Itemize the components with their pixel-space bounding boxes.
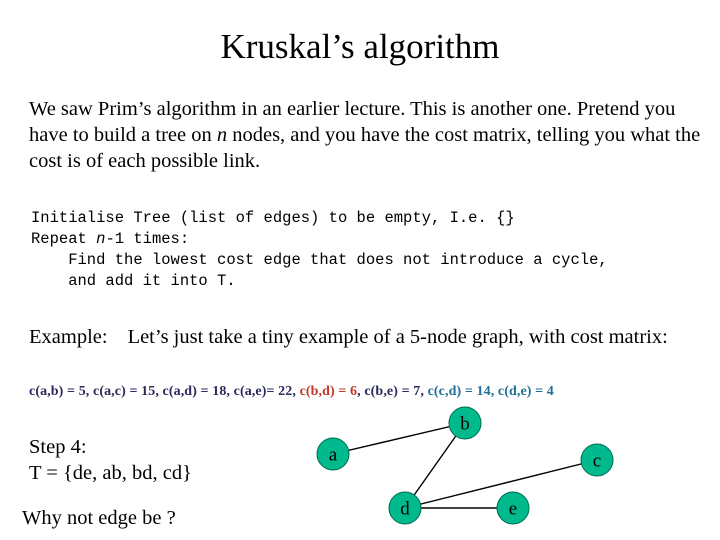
pseudocode-line-2-post: -1 times: (105, 230, 190, 248)
page-title: Kruskal’s algorithm (220, 27, 500, 66)
graph-node-a[interactable]: a (316, 437, 350, 471)
step-block: Step 4: T = {de, ab, bd, cd} (29, 434, 289, 486)
pseudocode-line-4: and add it into T. (31, 272, 236, 290)
intro-paragraph: We saw Prim’s algorithm in an earlier le… (29, 96, 701, 174)
example-text: Let’s just take a tiny example of a 5-no… (127, 326, 668, 348)
graph-svg: a b c d e (316, 406, 614, 525)
pseudocode-line-1: Initialise Tree (list of edges) to be em… (31, 209, 515, 227)
pseudocode-line-2-pre: Repeat (31, 230, 97, 248)
graph-node-label-d: d (400, 499, 410, 520)
graph-node-c[interactable]: c (580, 443, 614, 477)
cost-segment-2: , c(b,e) = 7, (357, 384, 428, 399)
graph-node-label-c: c (593, 451, 601, 472)
graph-node-b[interactable]: b (448, 406, 482, 440)
example-label: Example: (29, 326, 108, 348)
intro-italic-n: n (216, 124, 228, 146)
pseudocode-block: Initialise Tree (list of edges) to be em… (31, 208, 720, 292)
graph-diagram: a b c d e (300, 400, 640, 540)
graph-nodes: a b c d e (316, 406, 614, 525)
cost-segment-3: c(c,d) = 14, c(d,e) = 4 (427, 384, 554, 399)
cost-segment-1: c(b,d) = 6 (299, 384, 358, 399)
graph-node-label-e: e (509, 499, 517, 520)
step-line-2: T = {de, ab, bd, cd} (29, 462, 192, 484)
graph-node-e[interactable]: e (496, 491, 530, 525)
question-text: Why not edge be ? (22, 507, 176, 529)
pseudocode-line-3: Find the lowest cost edge that does not … (31, 251, 608, 269)
graph-node-label-a: a (329, 445, 338, 466)
graph-node-label-b: b (460, 414, 470, 435)
step-line-1: Step 4: (29, 436, 87, 458)
cost-segment-0: c(a,b) = 5, c(a,c) = 15, c(a,d) = 18, c(… (29, 384, 300, 399)
graph-node-d[interactable]: d (388, 491, 422, 525)
example-paragraph: Example: Let’s just take a tiny example o… (29, 324, 689, 350)
graph-edge-ab (332, 422, 466, 455)
cost-matrix-line: c(a,b) = 5, c(a,c) = 15, c(a,d) = 18, c(… (29, 383, 709, 401)
slide-canvas: Kruskal’s algorithm We saw Prim’s algori… (0, 0, 720, 540)
